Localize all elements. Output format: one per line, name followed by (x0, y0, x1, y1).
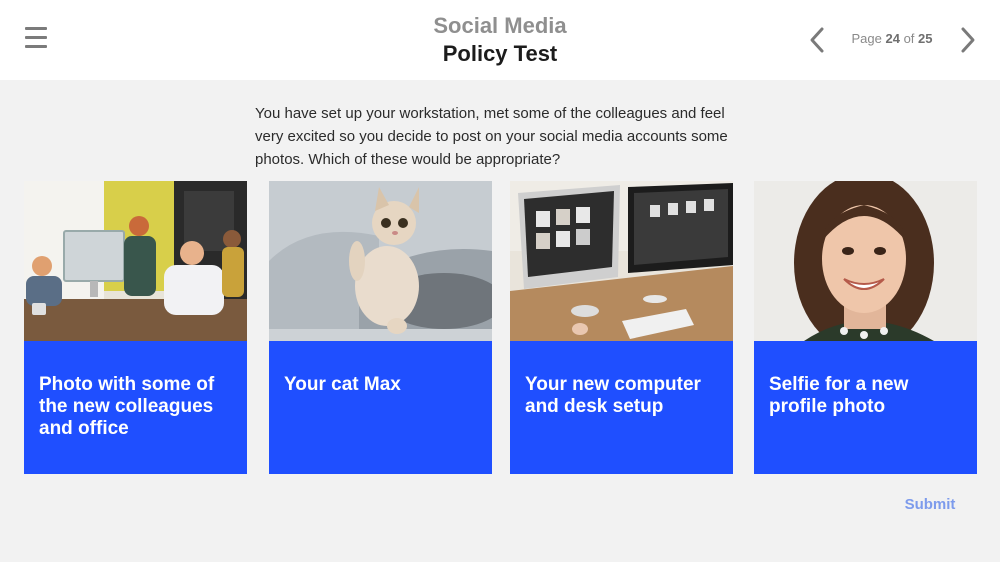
option-label: Your new computer and desk setup (525, 374, 701, 417)
option-label: Selfie for a new profile photo (769, 374, 909, 417)
option-label-box: Your new computer and desk setup (510, 341, 733, 474)
chevron-right-icon (961, 27, 975, 53)
page-current: 24 (885, 31, 900, 46)
answer-option-office-colleagues[interactable]: Photo with some of the new colleagues an… (24, 181, 247, 474)
next-page-button[interactable] (958, 26, 978, 54)
page-indicator: Page 24 of 25 (838, 31, 946, 46)
course-title-line2: Policy Test (442, 41, 558, 66)
header-bar: Social Media Policy Test Page 24 of 25 (0, 0, 1000, 80)
chevron-left-icon (810, 27, 824, 53)
office-colleagues-image (24, 181, 247, 341)
page-of-word: of (903, 31, 915, 46)
selfie-image (754, 181, 977, 341)
option-label-box: Photo with some of the new colleagues an… (24, 341, 247, 474)
page-word: Page (851, 31, 882, 46)
previous-page-button[interactable] (808, 26, 828, 54)
submit-button[interactable]: Submit (880, 496, 980, 513)
question-text: You have set up your workstation, met so… (255, 105, 728, 168)
answer-option-selfie[interactable]: Selfie for a new profile photo (754, 181, 977, 474)
kitten-image (269, 181, 492, 341)
answer-option-cat[interactable]: Your cat Max (269, 181, 492, 474)
course-title-line1: Social Media (433, 13, 567, 38)
course-title: Social Media Policy Test (300, 12, 700, 68)
option-label-box: Selfie for a new profile photo (754, 341, 977, 474)
option-label: Photo with some of the new colleagues an… (39, 374, 215, 439)
answer-option-desk-setup[interactable]: Your new computer and desk setup (510, 181, 733, 474)
page-total: 25 (918, 31, 933, 46)
option-label: Your cat Max (284, 374, 401, 395)
option-label-box: Your cat Max (269, 341, 492, 474)
hamburger-menu-icon[interactable] (25, 27, 47, 49)
desk-setup-image (510, 181, 733, 341)
